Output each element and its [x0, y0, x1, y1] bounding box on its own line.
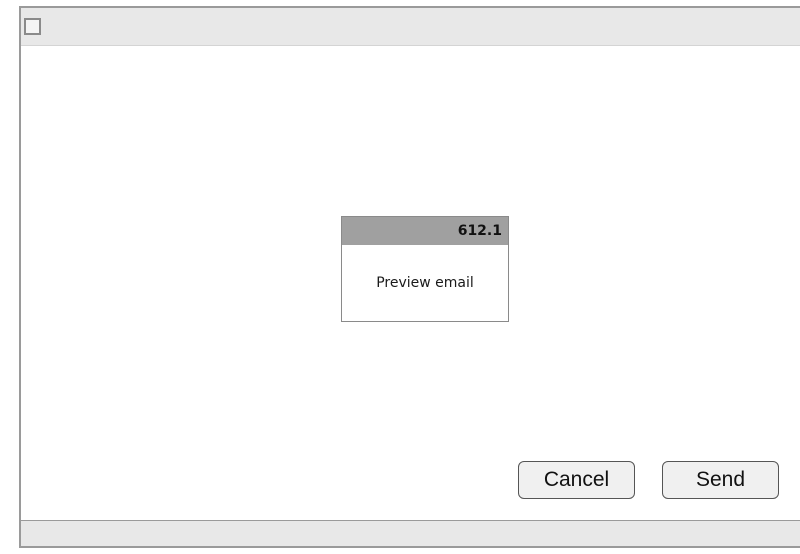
cancel-button[interactable]: Cancel: [518, 461, 635, 499]
window-icon[interactable]: [24, 18, 41, 35]
send-button[interactable]: Send: [662, 461, 779, 499]
title-bar: [21, 8, 800, 46]
status-bar: [21, 520, 800, 546]
step-label: Preview email: [376, 275, 474, 291]
step-box: 612.1 Preview email: [341, 216, 509, 322]
step-number: 612.1: [342, 217, 508, 245]
